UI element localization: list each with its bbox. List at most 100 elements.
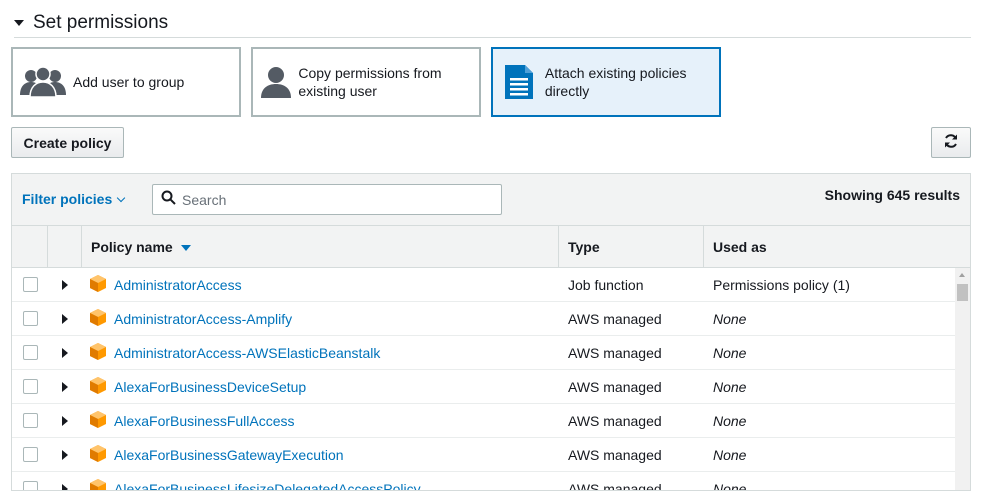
row-expand-cell — [48, 472, 82, 490]
policy-name-cell: AdministratorAccess — [82, 268, 559, 302]
search-input[interactable] — [182, 191, 482, 208]
row-checkbox[interactable] — [22, 413, 38, 428]
row-select-cell — [12, 438, 48, 472]
policy-link[interactable]: AdministratorAccess-AWSElasticBeanstalk — [114, 345, 380, 361]
scrollbar[interactable] — [955, 268, 970, 490]
used-as-cell: None — [713, 480, 747, 491]
used-as-cell: None — [713, 412, 747, 429]
row-checkbox[interactable] — [22, 447, 38, 462]
policy-link[interactable]: AlexaForBusinessDeviceSetup — [114, 379, 306, 395]
used-as-cell: Permissions policy (1) — [713, 276, 850, 293]
type-cell: Job function — [568, 276, 644, 293]
policy-name-cell: AlexaForBusinessFullAccess — [82, 404, 559, 438]
used-as-cell: None — [713, 344, 747, 361]
row-checkbox[interactable] — [22, 311, 38, 326]
header-policy-name[interactable]: Policy name — [82, 226, 559, 268]
policy-link[interactable]: AlexaForBusinessLifesizeDelegatedAccessP… — [114, 481, 421, 491]
expand-arrow-icon[interactable] — [62, 449, 68, 460]
expand-arrow-icon[interactable] — [62, 381, 68, 392]
policies-table: Filter policies Showing 645 results Poli… — [11, 173, 971, 491]
row-select-cell — [12, 302, 48, 336]
type-cell: AWS managed — [568, 412, 662, 429]
table-toolbar: Filter policies Showing 645 results — [12, 174, 970, 226]
header-select — [12, 226, 48, 268]
aws-policy-icon — [90, 478, 106, 490]
row-checkbox[interactable] — [22, 345, 38, 360]
header-label: Policy name — [91, 239, 173, 255]
search-icon — [161, 190, 176, 210]
chevron-down-icon — [117, 193, 126, 202]
section-title: Set permissions — [33, 11, 169, 33]
permission-options: Add user to group Copy permissions from … — [11, 47, 731, 117]
row-expand-cell — [48, 268, 82, 302]
document-icon — [493, 65, 545, 99]
header-type[interactable]: Type — [559, 226, 704, 268]
tile-label: Copy permissions from existing user — [298, 65, 442, 99]
caret-down-icon[interactable] — [14, 20, 24, 26]
header-expand — [48, 226, 82, 268]
header-used-as[interactable]: Used as — [704, 226, 970, 268]
tile-attach-policies[interactable]: Attach existing policies directly — [491, 47, 721, 117]
policy-name-cell: AlexaForBusinessDeviceSetup — [82, 370, 559, 404]
table-row[interactable]: AlexaForBusinessFullAccess AWS managed Non… — [12, 404, 970, 438]
tile-label: Add user to group — [73, 74, 185, 90]
sort-descending-icon — [180, 245, 191, 251]
expand-arrow-icon[interactable] — [62, 347, 68, 358]
policy-link[interactable]: AdministratorAccess-Amplify — [114, 311, 292, 327]
table-row[interactable]: AdministratorAccess Job function Permissio… — [12, 268, 970, 302]
expand-arrow-icon[interactable] — [62, 313, 68, 324]
aws-policy-icon — [90, 410, 106, 431]
row-select-cell — [12, 404, 48, 438]
policy-link[interactable]: AdministratorAccess — [114, 277, 242, 293]
row-checkbox[interactable] — [22, 379, 38, 394]
search-box[interactable] — [152, 184, 502, 215]
create-policy-button[interactable]: Create policy — [11, 127, 124, 158]
filter-policies-dropdown[interactable]: Filter policies — [22, 191, 126, 207]
aws-policy-icon — [90, 308, 106, 329]
row-expand-cell — [48, 370, 82, 404]
results-count: Showing 645 results — [824, 187, 960, 203]
used-as-cell: None — [713, 378, 747, 395]
refresh-icon — [943, 133, 959, 152]
row-expand-cell — [48, 404, 82, 438]
tile-add-user-to-group[interactable]: Add user to group — [11, 47, 241, 117]
used-as-cell: None — [713, 446, 747, 463]
header-label: Type — [568, 239, 600, 255]
type-cell: AWS managed — [568, 378, 662, 395]
filter-label: Filter policies — [22, 191, 113, 207]
table-body: AdministratorAccess Job function Permissio… — [12, 268, 970, 491]
row-select-cell — [12, 472, 48, 490]
table-row[interactable]: AlexaForBusinessDeviceSetup AWS managed No… — [12, 370, 970, 404]
row-select-cell — [12, 268, 48, 302]
tile-label: Attach existing policies directly — [544, 65, 687, 99]
section-header[interactable]: Set permissions — [14, 8, 971, 38]
refresh-button[interactable] — [931, 127, 971, 158]
policy-link[interactable]: AlexaForBusinessGatewayExecution — [114, 447, 344, 463]
table-header: Policy name Type Used as — [12, 226, 970, 268]
table-row[interactable]: AlexaForBusinessLifesizeDelegatedAccessP… — [12, 472, 970, 491]
policy-name-cell: AlexaForBusinessLifesizeDelegatedAccessP… — [82, 472, 559, 491]
scroll-up-icon[interactable] — [959, 273, 965, 277]
type-cell: AWS managed — [568, 344, 662, 361]
aws-policy-icon — [90, 274, 106, 295]
row-expand-cell — [48, 302, 82, 336]
row-checkbox[interactable] — [22, 481, 38, 490]
row-checkbox[interactable] — [22, 277, 38, 292]
table-row[interactable]: AdministratorAccess-Amplify AWS managed No… — [12, 302, 970, 336]
expand-arrow-icon[interactable] — [62, 279, 68, 290]
policy-link[interactable]: AlexaForBusinessFullAccess — [114, 413, 295, 429]
table-row[interactable]: AlexaForBusinessGatewayExecution AWS mana… — [12, 438, 970, 472]
type-cell: AWS managed — [568, 480, 662, 491]
row-expand-cell — [48, 336, 82, 370]
policy-name-cell: AdministratorAccess-Amplify — [82, 302, 559, 336]
expand-arrow-icon[interactable] — [62, 483, 68, 490]
header-label: Used as — [713, 239, 767, 255]
type-cell: AWS managed — [568, 446, 662, 463]
table-row[interactable]: AdministratorAccess-AWSElasticBeanstalk A… — [12, 336, 970, 370]
aws-policy-icon — [90, 376, 106, 397]
tile-copy-permissions[interactable]: Copy permissions from existing user — [251, 47, 481, 117]
row-select-cell — [12, 370, 48, 404]
expand-arrow-icon[interactable] — [62, 415, 68, 426]
scroll-thumb[interactable] — [957, 284, 968, 301]
policy-name-cell: AdministratorAccess-AWSElasticBeanstalk — [82, 336, 559, 370]
